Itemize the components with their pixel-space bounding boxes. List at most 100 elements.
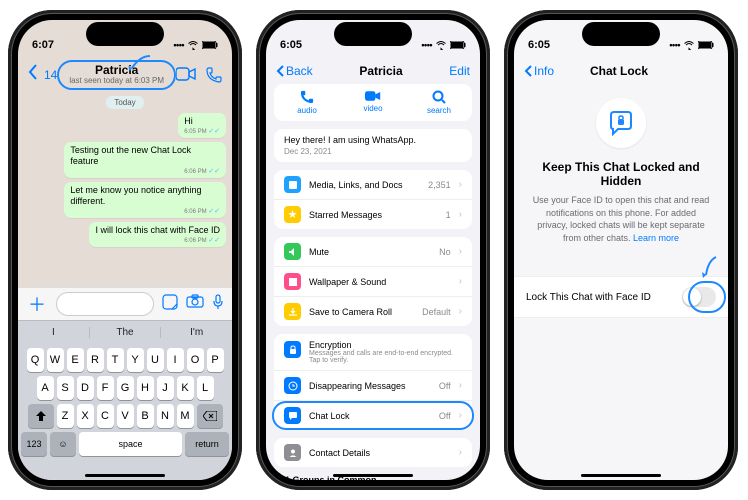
key[interactable]: D (77, 376, 94, 400)
space-key[interactable]: space (79, 432, 182, 456)
hero-body: Use your Face ID to open this chat and r… (530, 194, 712, 244)
numeric-key[interactable]: 123 (21, 432, 47, 456)
key[interactable]: C (97, 404, 114, 428)
key[interactable]: J (157, 376, 174, 400)
disappearing-row[interactable]: Disappearing Messages Off › (274, 370, 472, 400)
key[interactable]: N (157, 404, 174, 428)
camera-icon[interactable] (186, 294, 204, 315)
read-receipt-icon: ✓✓ (208, 168, 220, 175)
key[interactable]: Z (57, 404, 74, 428)
audio-action[interactable]: audio (274, 84, 340, 121)
key[interactable]: G (117, 376, 134, 400)
chevron-icon: › (459, 246, 462, 257)
chat-actions (176, 67, 222, 83)
chat-lock-row[interactable]: Chat Lock Off › (274, 400, 472, 430)
back-button[interactable]: Back (276, 64, 313, 78)
key[interactable]: S (57, 376, 74, 400)
row-value: 1 (446, 210, 451, 220)
chevron-icon: › (459, 410, 462, 421)
message-bubble[interactable]: Hi 6:05 PM ✓✓ (178, 113, 226, 138)
message-text: I will lock this chat with Face ID (95, 225, 220, 235)
messages-list[interactable]: Today Hi 6:05 PM ✓✓ Testing out the new … (18, 92, 232, 249)
back-button[interactable] (28, 64, 38, 85)
audio-call-icon[interactable] (206, 67, 222, 83)
mic-icon[interactable] (212, 294, 224, 315)
key[interactable]: Q (27, 348, 44, 372)
chevron-icon: › (459, 306, 462, 317)
key[interactable]: V (117, 404, 134, 428)
message-bubble[interactable]: I will lock this chat with Face ID 6:06 … (89, 222, 226, 247)
return-key[interactable]: return (185, 432, 229, 456)
mute-row[interactable]: Mute No › (274, 237, 472, 266)
status-time: 6:05 (528, 39, 550, 51)
about-text: Hey there! I am using WhatsApp. (284, 135, 462, 145)
message-bubble[interactable]: Let me know you notice anything differen… (64, 182, 226, 218)
row-value: Off (439, 411, 451, 421)
emoji-key[interactable]: ☺ (50, 432, 76, 456)
key[interactable]: E (67, 348, 84, 372)
star-icon: ★ (284, 206, 301, 223)
key[interactable]: X (77, 404, 94, 428)
key[interactable]: O (187, 348, 204, 372)
contact-details-row[interactable]: Contact Details › (274, 438, 472, 467)
row-label: Starred Messages (309, 210, 438, 220)
key[interactable]: Y (127, 348, 144, 372)
starred-row[interactable]: ★ Starred Messages 1 › (274, 199, 472, 229)
key[interactable]: A (37, 376, 54, 400)
row-label: Chat Lock (309, 411, 431, 421)
home-indicator[interactable] (85, 474, 165, 477)
key[interactable]: M (177, 404, 194, 428)
search-action[interactable]: search (406, 84, 472, 121)
about-card[interactable]: Hey there! I am using WhatsApp. Dec 23, … (274, 129, 472, 162)
key[interactable]: K (177, 376, 194, 400)
key[interactable]: I (167, 348, 184, 372)
save-row[interactable]: Save to Camera Roll Default › (274, 296, 472, 326)
message-time: 6:06 PM (184, 238, 206, 244)
key[interactable]: R (87, 348, 104, 372)
key[interactable]: L (197, 376, 214, 400)
chevron-icon: › (459, 380, 462, 391)
message-time: 6:05 PM (184, 129, 206, 135)
media-card: Media, Links, and Docs 2,351 › ★ Starred… (274, 170, 472, 229)
row-label: Encryption (309, 340, 462, 350)
message-bubble[interactable]: Testing out the new Chat Lock feature 6:… (64, 142, 226, 178)
unread-count[interactable]: 14 (44, 68, 57, 82)
media-row[interactable]: Media, Links, and Docs 2,351 › (274, 170, 472, 199)
home-indicator[interactable] (581, 474, 661, 477)
row-label: Contact Details (309, 448, 451, 458)
predictive-suggestion[interactable]: I'm (161, 327, 232, 338)
video-call-icon[interactable] (176, 67, 196, 83)
chat-title-area[interactable]: Patricia last seen today at 6:03 PM (63, 64, 170, 86)
key[interactable]: W (47, 348, 64, 372)
shift-key[interactable] (28, 404, 54, 428)
learn-more-link[interactable]: Learn more (633, 233, 679, 243)
edit-button[interactable]: Edit (449, 64, 470, 78)
predictive-suggestion[interactable]: I (18, 327, 90, 338)
chevron-icon: › (459, 447, 462, 458)
chevron-icon: › (459, 179, 462, 190)
sticker-icon[interactable] (162, 294, 178, 315)
home-indicator[interactable] (333, 474, 413, 477)
key[interactable]: F (97, 376, 114, 400)
attach-button[interactable]: ＋ (26, 293, 48, 315)
key[interactable]: P (207, 348, 224, 372)
key[interactable]: H (137, 376, 154, 400)
video-action[interactable]: video (340, 84, 406, 121)
key[interactable]: B (137, 404, 154, 428)
row-label: Save to Camera Roll (309, 307, 414, 317)
key[interactable]: U (147, 348, 164, 372)
key[interactable]: T (107, 348, 124, 372)
about-date: Dec 23, 2021 (284, 147, 462, 156)
backspace-key[interactable] (197, 404, 223, 428)
message-input[interactable] (56, 292, 154, 316)
contact-card: Contact Details › (274, 438, 472, 467)
lock-toggle[interactable] (682, 287, 716, 307)
predictive-suggestion[interactable]: The (90, 327, 162, 338)
toggle-label: Lock This Chat with Face ID (526, 292, 651, 303)
row-value: 2,351 (428, 180, 451, 190)
chat-screen: 6:07 •••• 14 Patricia last seen today at… (18, 20, 232, 480)
encryption-row[interactable]: Encryption Messages and calls are end-to… (274, 334, 472, 370)
wallpaper-row[interactable]: Wallpaper & Sound › (274, 266, 472, 296)
notch (334, 22, 412, 46)
read-receipt-icon: ✓✓ (208, 237, 220, 244)
